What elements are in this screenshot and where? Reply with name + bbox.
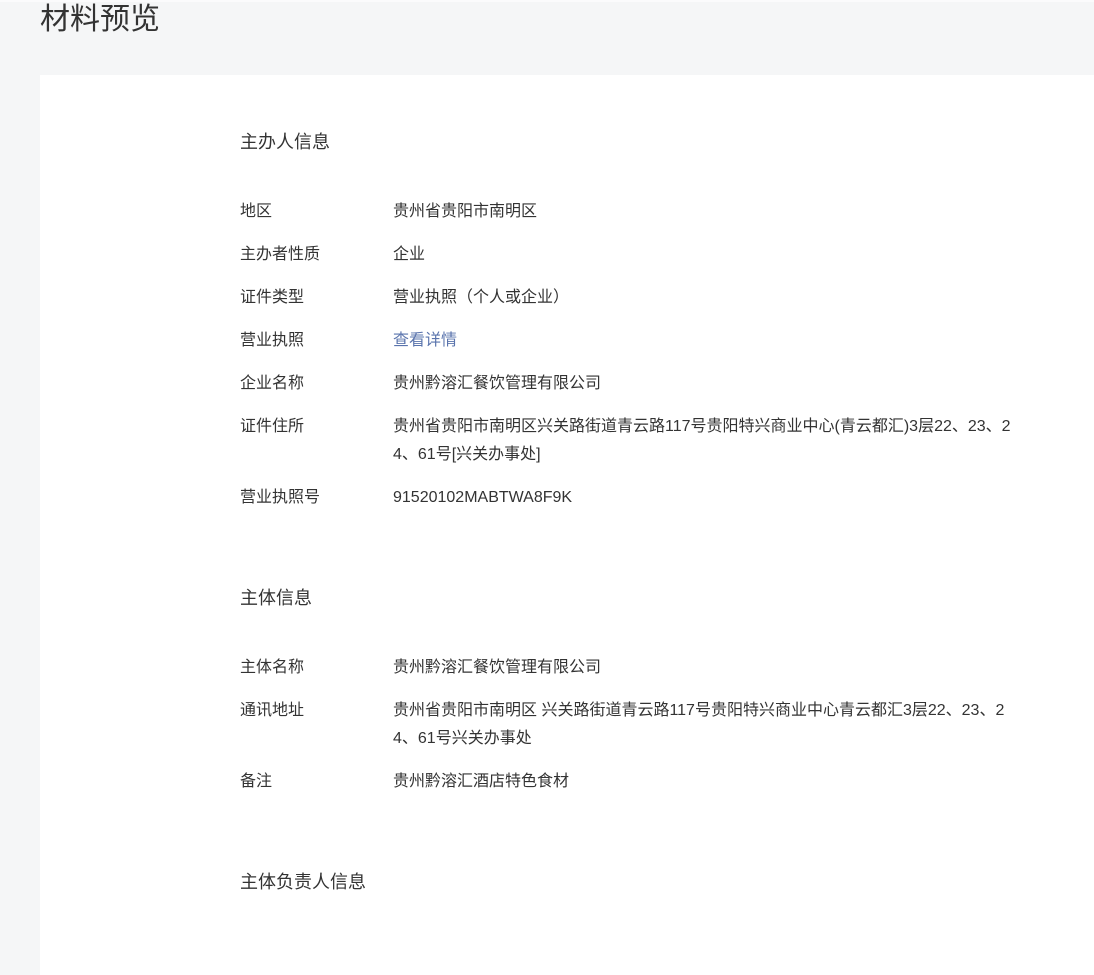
row-label: 地区 bbox=[240, 203, 273, 220]
info-row-entity-name: 主体名称 贵州黔溶汇餐饮管理有限公司 bbox=[240, 647, 1094, 690]
info-row-organizer-type: 主办者性质 企业 bbox=[240, 234, 1094, 277]
row-label: 企业名称 bbox=[240, 375, 305, 392]
page-title: 材料预览 bbox=[40, 3, 160, 36]
section-heading: 主体信息 bbox=[240, 588, 312, 608]
row-value: 营业执照（个人或企业） bbox=[393, 289, 570, 306]
row-value: 贵州黔溶汇餐饮管理有限公司 bbox=[393, 659, 602, 676]
row-label: 通讯地址 bbox=[240, 702, 305, 719]
info-row-certificate-type: 证件类型 营业执照（个人或企业） bbox=[240, 277, 1094, 320]
row-value: 贵州省贵阳市南明区 兴关路街道青云路117号贵阳特兴商业中心青云都汇3层22、2… bbox=[393, 702, 1005, 747]
row-value: 贵州省贵阳市南明区兴关路街道青云路117号贵阳特兴商业中心(青云都汇)3层22、… bbox=[393, 418, 1011, 463]
section-entity-info: 主体信息 主体名称 贵州黔溶汇餐饮管理有限公司 通讯地址 贵州省贵阳市南明区 兴… bbox=[240, 586, 1094, 804]
info-row-license-number: 营业执照号 91520102MABTWA8F9K bbox=[240, 477, 1094, 520]
row-label: 主体名称 bbox=[240, 659, 305, 676]
row-value: 贵州省贵阳市南明区 bbox=[393, 203, 538, 220]
row-value: 贵州黔溶汇酒店特色食材 bbox=[393, 773, 570, 790]
row-label: 营业执照号 bbox=[240, 489, 321, 506]
row-label: 证件住所 bbox=[240, 418, 305, 435]
info-row-mailing-address: 通讯地址 贵州省贵阳市南明区 兴关路街道青云路117号贵阳特兴商业中心青云都汇3… bbox=[240, 690, 1094, 761]
row-label: 营业执照 bbox=[240, 332, 305, 349]
row-value: 91520102MABTWA8F9K bbox=[393, 489, 573, 506]
section-heading: 主办人信息 bbox=[240, 132, 330, 152]
row-value: 贵州黔溶汇餐饮管理有限公司 bbox=[393, 375, 602, 392]
info-row-remarks: 备注 贵州黔溶汇酒店特色食材 bbox=[240, 761, 1094, 804]
row-label: 证件类型 bbox=[240, 289, 305, 306]
info-row-business-license: 营业执照 查看详情 bbox=[240, 320, 1094, 363]
section-entity-head-info: 主体负责人信息 bbox=[240, 870, 1094, 894]
info-row-certificate-address: 证件住所 贵州省贵阳市南明区兴关路街道青云路117号贵阳特兴商业中心(青云都汇)… bbox=[240, 406, 1094, 477]
info-row-company-name: 企业名称 贵州黔溶汇餐饮管理有限公司 bbox=[240, 363, 1094, 406]
row-label: 主办者性质 bbox=[240, 246, 321, 263]
row-value: 企业 bbox=[393, 246, 426, 263]
info-row-region: 地区 贵州省贵阳市南明区 bbox=[240, 191, 1094, 234]
row-label: 备注 bbox=[240, 773, 273, 790]
section-organizer-info: 主办人信息 地区 贵州省贵阳市南明区 主办者性质 企业 证件类型 营业执照（个人… bbox=[240, 130, 1094, 520]
view-details-link[interactable]: 查看详情 bbox=[393, 332, 457, 349]
section-heading: 主体负责人信息 bbox=[240, 872, 366, 892]
row-value-wrapper: 查看详情 bbox=[393, 327, 1029, 355]
top-edge bbox=[0, 0, 1094, 2]
preview-card: 主办人信息 地区 贵州省贵阳市南明区 主办者性质 企业 证件类型 营业执照（个人… bbox=[40, 75, 1094, 975]
